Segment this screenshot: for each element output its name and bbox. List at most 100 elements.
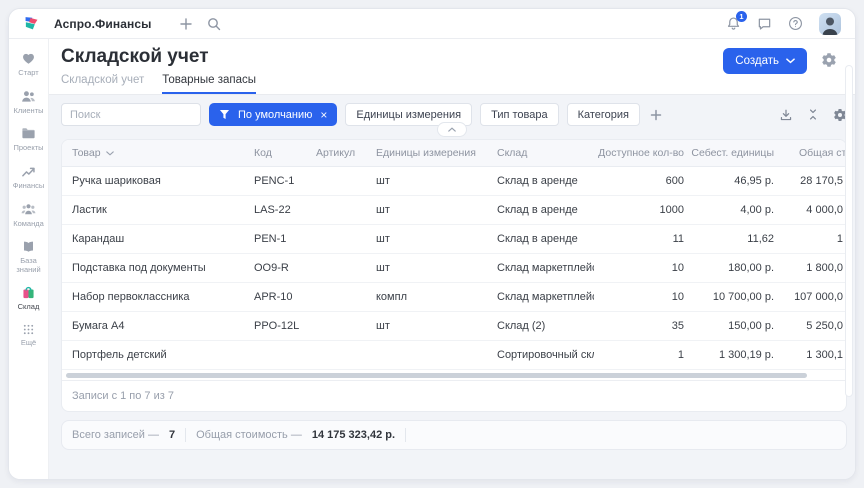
sidebar-item-warehouse[interactable]: Склад [9,285,49,312]
cell-unit-cost: 4,00 р. [684,204,774,216]
horizontal-scrollbar[interactable] [62,370,846,380]
app-window: Аспро.Финансы 1 [8,8,856,480]
cell-unit-cost: 1 300,19 р. [684,349,774,361]
cell-total: 5 250,0 [774,320,846,332]
export-download-icon[interactable] [779,108,793,122]
cell-warehouse: Склад в аренде [497,204,594,216]
remove-filter-icon[interactable]: × [320,109,327,121]
table-row[interactable]: Набор первоклассника APR-10 компл Склад … [62,283,846,312]
content-area: По умолчанию × Единицы измерения Тип тов… [49,95,855,479]
create-button-label: Создать [735,55,779,67]
projects-icon [21,126,36,141]
sidebar-item-more[interactable]: Ещё [9,323,49,348]
cell-code: PENC-1 [254,175,316,187]
start-icon [21,51,36,66]
notification-badge: 1 [736,11,747,22]
add-filter-icon[interactable] [650,109,662,121]
collapse-rows-icon[interactable] [807,108,819,121]
table-row[interactable]: Подставка под документы OO9-R шт Склад м… [62,254,846,283]
cell-unit: шт [376,233,497,245]
filter-chip-product-type[interactable]: Тип товара [480,103,559,126]
cell-qty: 10 [594,262,684,274]
horizontal-scrollbar-thumb[interactable] [66,373,807,378]
column-header-warehouse[interactable]: Склад [497,147,594,159]
filter-chip-category[interactable]: Категория [567,103,640,126]
table-row[interactable]: Ручка шариковая PENC-1 шт Склад в аренде… [62,167,846,196]
table-row[interactable]: Ластик LAS-22 шт Склад в аренде 1000 4,0… [62,196,846,225]
divider [405,428,406,442]
cell-warehouse: Склад маркетплейса [497,262,594,274]
pagination-info: Записи с 1 по 7 из 7 [62,380,846,411]
sidebar-item-knowledge[interactable]: База знаний [9,239,49,274]
knowledge-base-icon [21,239,36,254]
add-icon[interactable] [179,17,193,31]
sidebar-item-projects[interactable]: Проекты [9,126,49,153]
tab-warehouse-accounting[interactable]: Складской учет [61,74,144,94]
topbar: Аспро.Финансы 1 [9,9,855,39]
cell-warehouse: Склад в аренде [497,233,594,245]
cell-total: 1 800,0 [774,262,846,274]
collapse-panel-button[interactable] [437,122,467,137]
team-icon [21,202,36,217]
cell-total: 4 000,0 [774,204,846,216]
sidebar-item-label: Клиенты [13,107,43,116]
cell-qty: 600 [594,175,684,187]
cell-qty: 10 [594,291,684,303]
column-header-article[interactable]: Артикул [316,147,376,159]
sidebar-item-start[interactable]: Старт [9,51,49,78]
sidebar-item-label: База знаний [9,257,49,274]
search-input[interactable] [61,103,201,126]
cell-product: Ластик [62,204,254,216]
search-icon[interactable] [207,17,221,31]
cell-total: 107 000,0 [774,291,846,303]
cell-qty: 1 [594,349,684,361]
sidebar-item-label: Финансы [13,182,45,191]
vertical-scrollbar[interactable] [845,65,853,397]
column-header-code[interactable]: Код [254,147,316,159]
cell-code: LAS-22 [254,204,316,216]
divider [185,428,186,442]
cell-product: Бумага А4 [62,320,254,332]
sidebar-item-label: Склад [18,303,40,312]
cell-warehouse: Склад (2) [497,320,594,332]
table-row[interactable]: Портфель детский Сортировочный скла 1 1 … [62,341,846,370]
create-button[interactable]: Создать [723,48,807,74]
sidebar-item-label: Ещё [21,339,36,348]
funnel-icon [219,109,230,120]
cell-total: 1 300,1 [774,349,846,361]
cell-unit-cost: 10 700,00 р. [684,291,774,303]
cell-product: Набор первоклассника [62,291,254,303]
cell-qty: 11 [594,233,684,245]
help-icon[interactable] [788,16,803,31]
settings-gear-icon[interactable] [821,52,837,68]
cell-total: 28 170,5 [774,175,846,187]
sidebar-item-finance[interactable]: Финансы [9,164,49,191]
main-panel: Складской учет Складской учет Товарные з… [49,39,855,479]
sidebar-item-label: Команда [13,220,44,229]
column-header-units[interactable]: Единицы измерения [376,147,497,159]
user-avatar[interactable] [819,13,841,35]
table-row[interactable]: Карандаш PEN-1 шт Склад в аренде 11 11,6… [62,225,846,254]
column-header-product[interactable]: Товар [62,147,254,159]
notifications-bell-icon[interactable]: 1 [726,16,741,31]
cell-product: Карандаш [62,233,254,245]
page-title: Складской учет [61,46,256,68]
app-logo-icon [23,15,40,32]
chat-icon[interactable] [757,16,772,31]
cell-code: PPO-12L [254,320,316,332]
cell-unit: компл [376,291,497,303]
cell-unit: шт [376,175,497,187]
tab-stock[interactable]: Товарные запасы [162,74,256,94]
cell-total: 1 [774,233,846,245]
sidebar-item-clients[interactable]: Клиенты [9,89,49,116]
sidebar-item-team[interactable]: Команда [9,202,49,229]
column-header-total-cost[interactable]: Общая стоимость [774,147,846,159]
cell-unit: шт [376,320,497,332]
default-filter-chip[interactable]: По умолчанию × [209,103,337,126]
column-header-unit-cost[interactable]: Себест. единицы [684,147,774,159]
table-row[interactable]: Бумага А4 PPO-12L шт Склад (2) 35 150,00… [62,312,846,341]
column-header-available-qty[interactable]: Доступное кол-во [594,147,684,159]
cell-code: OO9-R [254,262,316,274]
cell-product: Ручка шариковая [62,175,254,187]
total-cost-value: 14 175 323,42 р. [312,429,395,441]
